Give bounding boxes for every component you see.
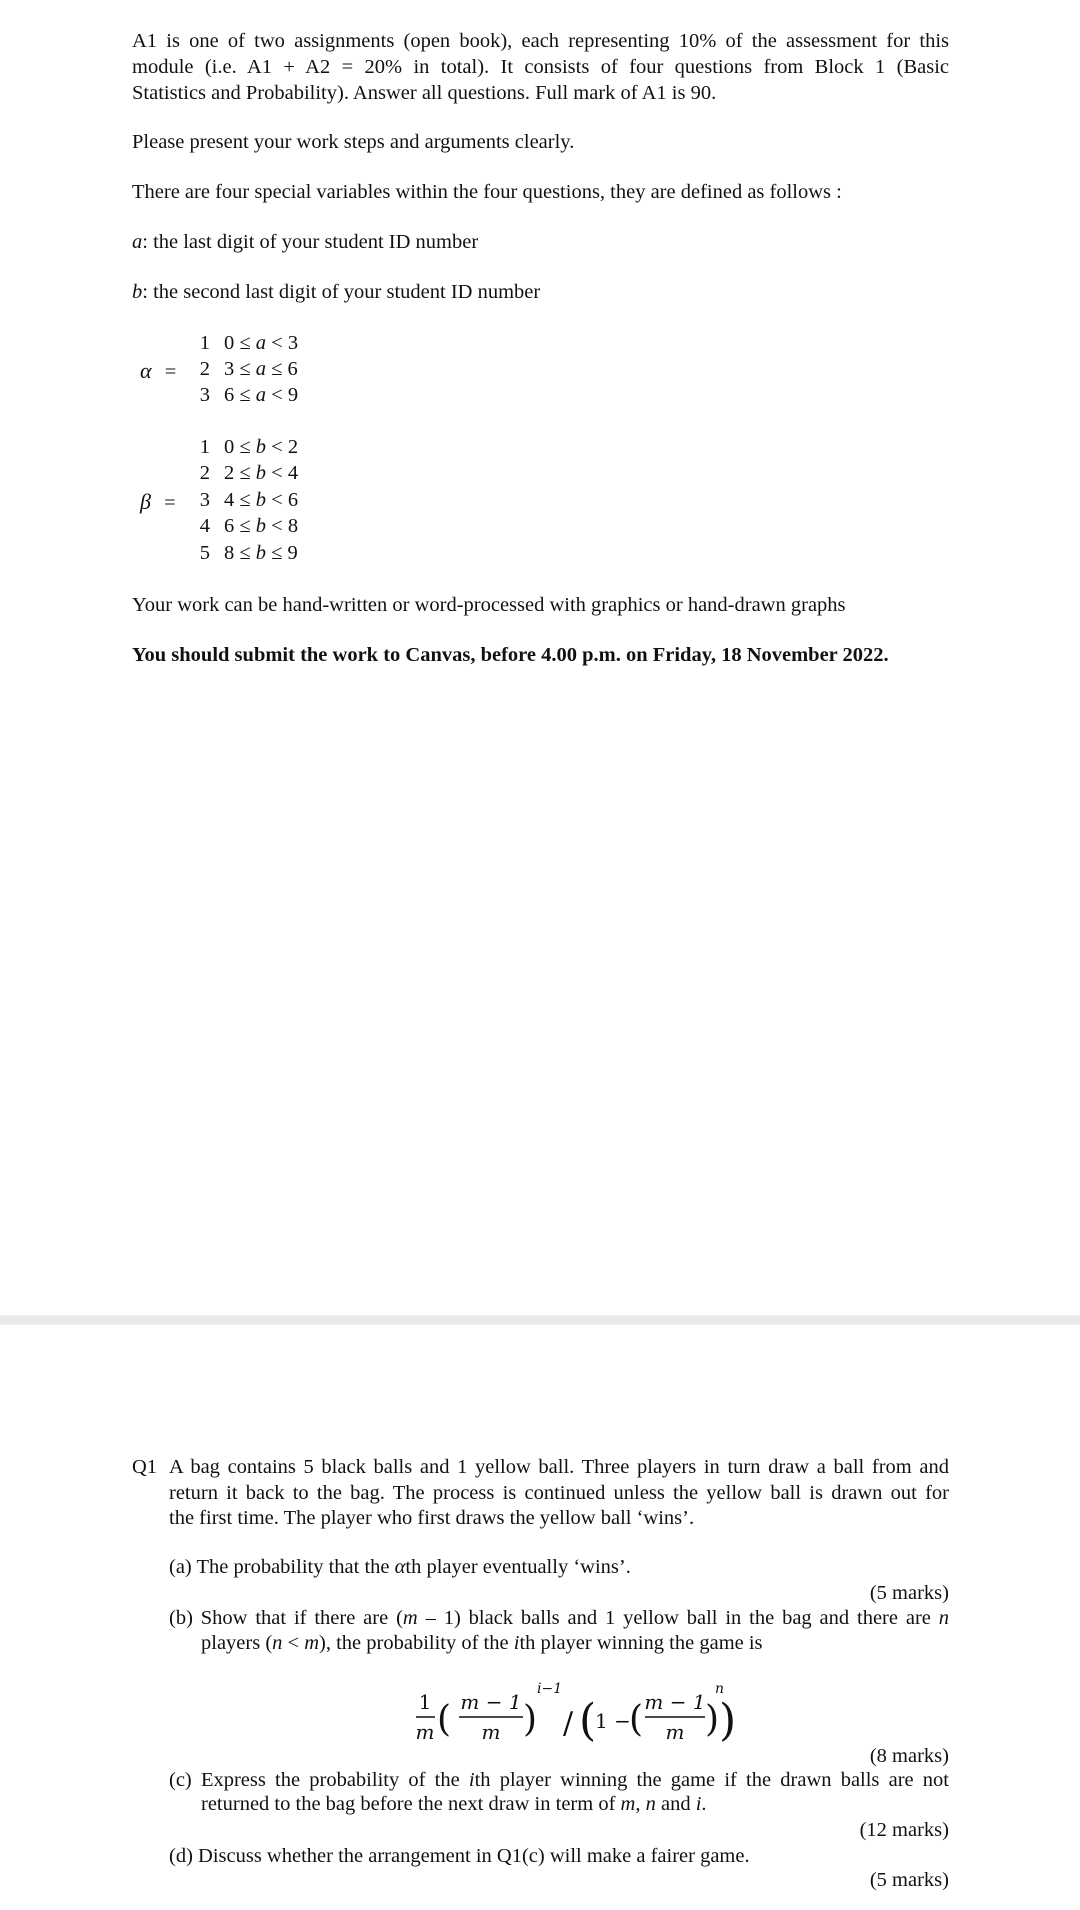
- variable-a-symbol: a: [132, 231, 143, 253]
- beta-case-condition: 4 ≤ b < 6: [224, 489, 299, 511]
- variable-a-text: : the last digit of your student ID numb…: [142, 231, 479, 253]
- alpha-case-value: 1: [199, 332, 210, 354]
- submission-deadline: You should submit the work to Canvas, be…: [132, 644, 889, 666]
- beta-symbol: β: [140, 489, 151, 514]
- q1a-marks: (5 marks): [869, 1582, 949, 1604]
- page-separator: [0, 1315, 1080, 1325]
- q1d-marks: (5 marks): [869, 1869, 949, 1891]
- formula-one-minus: 1 −: [595, 1709, 631, 1733]
- beta-case-value: 1: [199, 436, 210, 458]
- formula-paren-open-big: (: [579, 1695, 596, 1746]
- beta-case-value: 4: [199, 515, 210, 537]
- alpha-case-condition: 0 ≤ a < 3: [224, 332, 299, 354]
- formula-exponent-1: i−1: [537, 1681, 562, 1697]
- formula-slash: /: [563, 1706, 574, 1741]
- q1-stem-line-2: return it back to the bag. The process i…: [169, 1482, 949, 1504]
- alpha-case-value: 3: [199, 384, 210, 406]
- q1-stem-line-1: A bag contains 5 black balls and 1 yello…: [169, 1456, 949, 1478]
- variables-intro: There are four special variables within …: [132, 181, 842, 203]
- formula-paren-close-big: ): [719, 1695, 733, 1746]
- beta-case-condition: 6 ≤ b < 8: [224, 515, 299, 537]
- formula-frac3-denominator: m: [666, 1720, 685, 1744]
- variable-a-definition: a: the last digit of your student ID num…: [132, 229, 478, 255]
- beta-case-condition: 8 ≤ b ≤ 9: [224, 542, 298, 564]
- formula-paren-close-2: ): [705, 1699, 719, 1740]
- beta-case-value: 2: [199, 462, 210, 484]
- formula-frac2-numerator: m − 1: [460, 1690, 521, 1714]
- alpha-case-value: 2: [199, 358, 210, 380]
- q1c-marks: (12 marks): [859, 1819, 949, 1841]
- q1c-line-1: (c) Express the probability of the ith p…: [169, 1769, 949, 1791]
- q1a-alpha: α: [394, 1556, 406, 1578]
- variable-b-symbol: b: [132, 281, 143, 303]
- q1b-marks: (8 marks): [869, 1745, 949, 1767]
- beta-case-value: 3: [199, 489, 210, 511]
- formula-frac3-numerator: m − 1: [644, 1690, 705, 1714]
- formula-frac2-denominator: m: [482, 1720, 501, 1744]
- intro-line-2: module (i.e. A1 + A2 = 20% in total). It…: [132, 56, 949, 78]
- present-work-instruction: Please present your work steps and argum…: [132, 131, 575, 153]
- beta-equals: =: [164, 492, 176, 514]
- beta-lhs: β =: [140, 489, 176, 515]
- alpha-case-condition: 3 ≤ a ≤ 6: [224, 358, 298, 380]
- document-page-1: A1 is one of two assignments (open book)…: [0, 0, 1080, 1315]
- formula-paren-open-1: (: [437, 1699, 451, 1740]
- q1-stem-line-3: the first time. The player who first dra…: [169, 1507, 695, 1529]
- intro-line-3: Statistics and Probability). Answer all …: [132, 82, 717, 104]
- intro-line-1: A1 is one of two assignments (open book)…: [132, 30, 949, 52]
- beta-case-condition: 0 ≤ b < 2: [224, 436, 299, 458]
- alpha-equals: =: [164, 361, 177, 383]
- variable-b-definition: b: the second last digit of your student…: [132, 279, 540, 305]
- q1b-probability-formula: 1 m ( m − 1 m ) i−1 / ( 1 − ( m − 1 m ) …: [413, 1673, 737, 1759]
- q1b-line-2: players (n < m), the probability of the …: [201, 1632, 763, 1654]
- q1d-text: (d) Discuss whether the arrangement in Q…: [169, 1845, 750, 1867]
- q1b-line-1: (b) Show that if there are (m – 1) black…: [169, 1607, 949, 1629]
- q1-label: Q1: [132, 1456, 158, 1478]
- alpha-symbol: α: [140, 358, 152, 383]
- formula-paren-close-1: ): [523, 1699, 537, 1740]
- alpha-case-condition: 6 ≤ a < 9: [224, 384, 299, 406]
- alpha-lhs: α =: [140, 358, 176, 384]
- beta-case-condition: 2 ≤ b < 4: [224, 462, 299, 484]
- q1a-text: (a) The probability that the αth player …: [169, 1556, 631, 1578]
- formula-paren-open-2: (: [629, 1699, 643, 1740]
- work-format-note: Your work can be hand-written or word-pr…: [132, 594, 846, 616]
- variable-b-text: : the second last digit of your student …: [142, 281, 541, 303]
- beta-case-value: 5: [199, 542, 210, 564]
- formula-frac1-numerator: 1: [419, 1690, 432, 1714]
- formula-frac1-denominator: m: [416, 1720, 435, 1744]
- q1c-line-2: returned to the bag before the next draw…: [201, 1793, 707, 1815]
